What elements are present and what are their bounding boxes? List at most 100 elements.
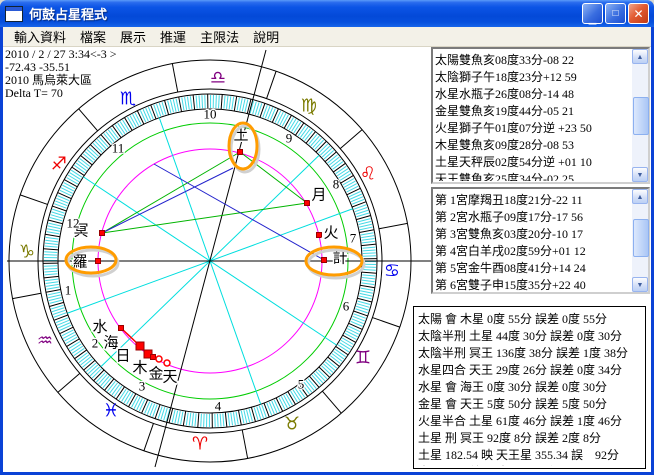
degree-tick — [223, 95, 226, 109]
menu-item-input-data[interactable]: 輸入資料 — [7, 26, 73, 47]
planet-positions-list[interactable]: 太陽雙魚亥08度33分-08 22 太陰獅子午18度23分+12 59 水星水瓶子2… — [435, 51, 631, 181]
planet-label-mercury: 水 — [92, 319, 107, 336]
planet-marker-moon — [304, 200, 310, 206]
degree-tick — [134, 112, 142, 125]
tick-divider — [220, 94, 223, 110]
house-row[interactable]: 第 5宮金牛酉08度41分+14 24 — [435, 259, 631, 276]
degree-tick — [180, 411, 184, 425]
degree-tick — [71, 345, 84, 354]
tick-divider — [57, 192, 72, 200]
client-area: 冥羅土月火計水海日木金天 1 2 3 4 5 6 7 8 9 10 11 12 ♑ ♒ ♓ ♈ ♉ ♊ ♋ ♌ ♍ ♎ ♏ ♐ … — [3, 47, 651, 472]
menu-item-primary-directions[interactable]: 主限法 — [193, 26, 246, 47]
degree-tick — [244, 99, 249, 113]
aspect-line: 太陽 會 木星 0度 55分 誤差 0度 55分 — [418, 312, 608, 326]
aspect-line: 水星 會 海王 0度 30分 誤差 0度 30分 — [418, 380, 608, 394]
degree-tick — [44, 245, 58, 248]
degree-tick — [235, 411, 239, 425]
tick-divider — [178, 96, 183, 112]
degree-tick — [360, 287, 374, 291]
degree-tick — [169, 99, 174, 113]
tick-divider — [182, 410, 187, 426]
planet-panel-scrollbar[interactable]: ▲ ▼ — [632, 49, 649, 182]
house-row[interactable]: 第 2宮水瓶子09度17分-17 56 — [435, 208, 631, 225]
degree-tick — [274, 110, 282, 123]
degree-tick — [236, 97, 240, 111]
app-window: 何鼓占星程式 ▁ □ ✕ 輸入資料 檔案 展示 推運 主限法 說明 冥羅土月火計水海日木金… — [0, 0, 654, 475]
degree-tick — [278, 397, 286, 410]
degree-tick — [195, 95, 198, 109]
degree-tick — [189, 96, 193, 110]
scrollbar-thumb[interactable] — [633, 219, 649, 257]
planet-row[interactable]: 太陽雙魚亥08度33分-08 22 — [435, 51, 631, 68]
sign-glyph-libra: ♎ — [210, 68, 226, 89]
degree-tick — [293, 121, 302, 134]
tick-divider — [237, 410, 242, 426]
planet-row[interactable]: 金星雙魚亥19度44分-05 21 — [435, 102, 631, 119]
menu-item-display[interactable]: 展示 — [113, 26, 153, 47]
degree-tick — [62, 184, 75, 192]
planet-label-jupiter: 木 — [132, 360, 147, 377]
sign-divider — [378, 222, 408, 230]
planet-positions-panel: 太陽雙魚亥08度33分-08 22 太陰獅子午18度23分+12 59 水星水瓶子2… — [431, 47, 650, 184]
degree-tick — [231, 96, 235, 110]
tick-divider — [141, 399, 149, 414]
planet-row[interactable]: 太陰獅子午18度23分+12 59 — [435, 68, 631, 85]
aspect-line — [153, 163, 325, 261]
house-cusps-panel: 第 1宮摩羯丑18度21分-22 11 第 2宮水瓶子09度17分-17 56 第 … — [431, 187, 650, 294]
degree-tick — [281, 114, 289, 127]
aspect-line: 土星 182.54 映 天王星 355.34 誤 92分 — [418, 448, 620, 462]
scroll-down-button[interactable]: ▼ — [632, 167, 648, 182]
planet-row[interactable]: 水星水瓶子26度08分-14 48 — [435, 85, 631, 102]
degree-tick — [172, 99, 177, 112]
menu-item-file[interactable]: 檔案 — [73, 26, 113, 47]
aspect-line: 水星四合 天王 29度 26分 誤差 0度 34分 — [418, 363, 623, 377]
degree-tick — [337, 344, 350, 353]
planet-row[interactable]: 天王雙魚亥25度34分-02 25 — [435, 170, 631, 181]
degree-tick — [47, 291, 61, 296]
planet-row[interactable]: 火星獅子午01度07分逆 +23 50 — [435, 119, 631, 136]
degree-tick — [228, 96, 232, 110]
tick-divider — [359, 229, 375, 234]
tick-divider — [348, 322, 363, 330]
degree-tick — [70, 343, 82, 352]
degree-tick — [344, 332, 357, 340]
scrollbar-thumb[interactable] — [633, 97, 649, 135]
scroll-down-button[interactable]: ▼ — [632, 277, 648, 292]
menu-item-transit[interactable]: 推運 — [153, 26, 193, 47]
sign-glyph-pisces: ♓ — [103, 401, 119, 422]
close-button[interactable]: ✕ — [628, 3, 649, 24]
tick-divider — [233, 96, 238, 112]
planet-marker-mars — [316, 232, 322, 238]
scroll-up-button[interactable]: ▲ — [632, 49, 648, 64]
minimize-button[interactable]: ▁ — [582, 3, 603, 25]
sign-divider — [339, 129, 363, 149]
degree-tick — [44, 273, 58, 276]
house-row[interactable]: 第 4宮白羊戌02度59分+01 12 — [435, 242, 631, 259]
house-row[interactable]: 第 1宮摩羯丑18度21分-22 11 — [435, 191, 631, 208]
title-bar[interactable]: 何鼓占星程式 ▁ □ ✕ — [0, 0, 654, 27]
scroll-up-button[interactable]: ▲ — [632, 189, 648, 204]
sign-glyph-aries: ♈ — [192, 434, 208, 455]
sign-divider — [12, 292, 42, 300]
planet-row[interactable]: 土星天秤辰02度54分逆 +01 10 — [435, 153, 631, 170]
house-panel-scrollbar[interactable]: ▲ ▼ — [632, 189, 649, 292]
house-row[interactable]: 第 6宮雙子申15度35分+22 40 — [435, 276, 631, 291]
degree-tick — [138, 399, 146, 412]
maximize-button[interactable]: □ — [605, 3, 626, 24]
degree-tick — [359, 292, 373, 297]
sign-glyph-virgo: ♍ — [301, 96, 317, 117]
degree-tick — [216, 413, 219, 427]
menu-item-help[interactable]: 說明 — [246, 26, 286, 47]
degree-tick — [200, 413, 202, 427]
planet-label-sun: 日 — [115, 348, 130, 365]
house-row[interactable]: 第 3宮雙魚亥03度20分-10 17 — [435, 225, 631, 242]
degree-tick — [44, 267, 58, 270]
planet-row[interactable]: 木星雙魚亥09度28分-08 53 — [435, 136, 631, 153]
chart-info: 2010 / 2 / 27 3:34<-3 > -72.43 -35.51 2010… — [5, 48, 117, 100]
degree-tick — [121, 390, 129, 402]
degree-tick — [330, 158, 342, 168]
tick-divider — [192, 94, 196, 110]
planet-marker-pluto — [99, 230, 105, 236]
degree-tick — [68, 341, 81, 349]
house-cusps-list[interactable]: 第 1宮摩羯丑18度21分-22 11 第 2宮水瓶子09度17分-17 56 第 … — [435, 191, 631, 291]
